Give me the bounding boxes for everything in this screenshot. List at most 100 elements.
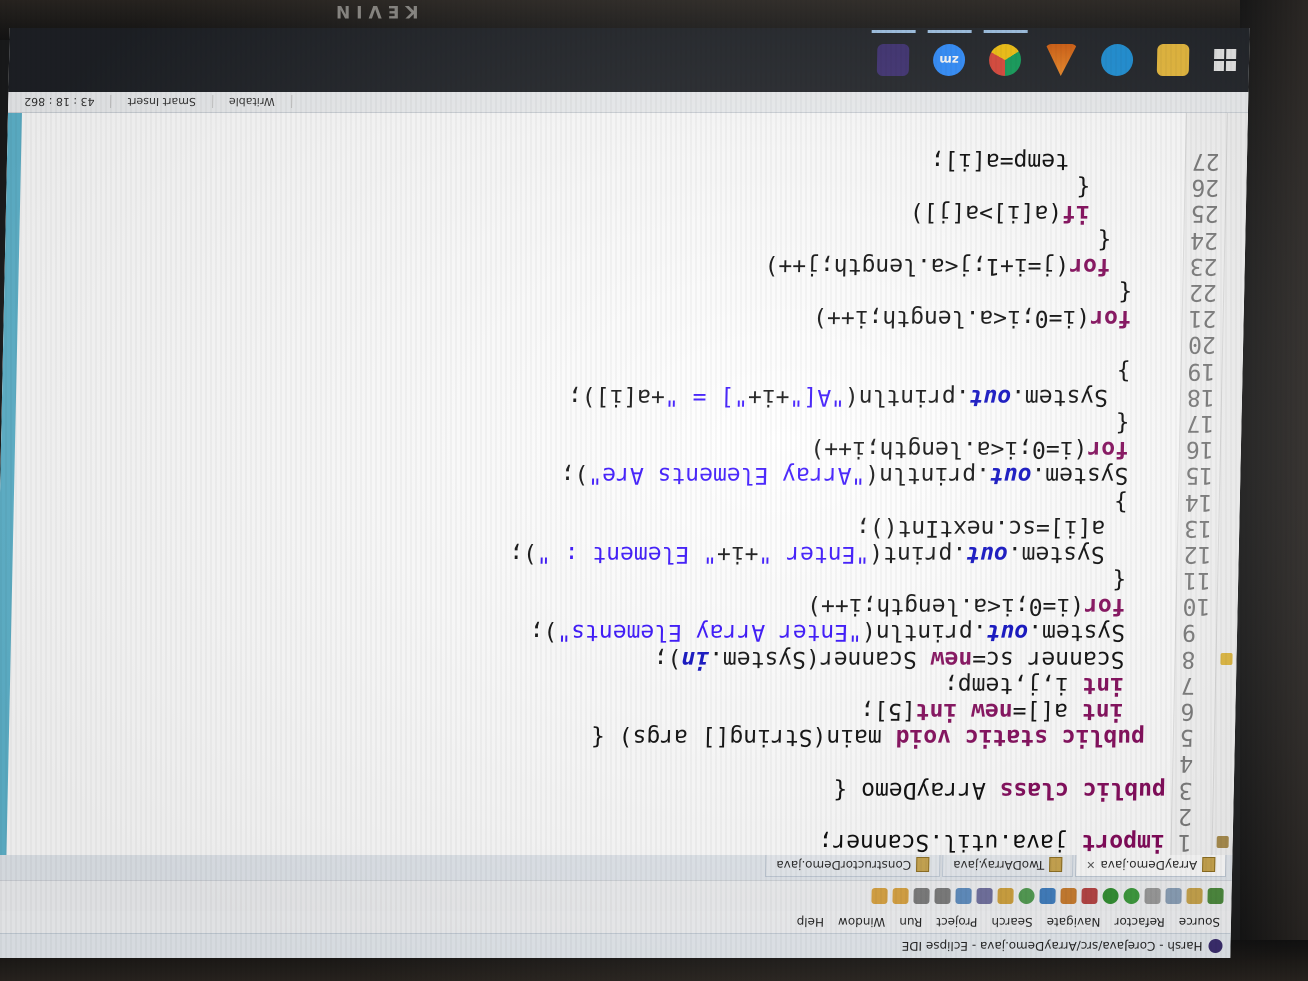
code-line[interactable]: {: [19, 227, 1178, 253]
tab-twodarray[interactable]: TwoDArray.java: [941, 854, 1074, 877]
code-line[interactable]: if(a[i]>a[j]): [20, 200, 1179, 227]
new-java-project-icon[interactable]: [1060, 888, 1077, 904]
tab-label: ConstructorDemo.java: [776, 858, 912, 872]
code-line[interactable]: for(i=0;i<a.length;i++): [11, 593, 1170, 619]
code-line[interactable]: import java.util.Scanner;: [6, 829, 1165, 855]
line-number: 22: [1188, 279, 1218, 306]
menu-source[interactable]: Source: [1172, 915, 1228, 929]
code-line[interactable]: for(i=0;i<a.length;i++): [17, 305, 1176, 331]
edge-icon[interactable]: [1088, 28, 1145, 92]
line-number: 15: [1185, 462, 1214, 489]
build-icon[interactable]: [1144, 888, 1161, 904]
warning-marker-icon[interactable]: [1220, 653, 1233, 665]
save-icon[interactable]: [1186, 888, 1203, 904]
menu-refactor[interactable]: Refactor: [1107, 915, 1172, 929]
code-line[interactable]: public static void main(String[] args) {: [9, 724, 1168, 750]
code-line[interactable]: for(i=0;i<a.length;i++): [15, 436, 1174, 462]
run-icon[interactable]: [1102, 888, 1119, 904]
monitor-bezel-side: [1240, 0, 1308, 981]
line-number: 19: [1187, 357, 1216, 384]
line-number: 6: [1180, 698, 1195, 725]
code-editor[interactable]: 1 2 3 4 5 6 7 8 9 10 11 12 13 14 15 16 17 18 19 20 21 22 23 24 2…: [0, 112, 1248, 855]
open-type-icon[interactable]: [997, 888, 1014, 904]
tab-label: ArrayDemo.java: [1100, 858, 1198, 872]
line-number: 21: [1188, 305, 1217, 332]
search-icon[interactable]: [976, 888, 993, 904]
code-line[interactable]: public class ArrayDemo {: [8, 776, 1167, 803]
code-line[interactable]: [7, 803, 1166, 829]
line-number: 1: [1177, 829, 1192, 855]
new-icon[interactable]: [1207, 888, 1224, 904]
status-bar: Writable Smart Insert 43 : 18 : 862: [7, 92, 1249, 113]
debug-icon[interactable]: [1123, 888, 1140, 904]
chrome-icon[interactable]: [976, 28, 1033, 92]
menu-project[interactable]: Project: [929, 915, 984, 929]
menu-run[interactable]: Run: [892, 915, 929, 929]
code-line[interactable]: System.out.print("Enter "+i+" Element : …: [12, 541, 1171, 567]
zoom-icon[interactable]: zm: [920, 28, 977, 92]
menu-navigate[interactable]: Navigate: [1039, 915, 1107, 929]
menu-window[interactable]: Window: [831, 915, 893, 929]
tab-arraydemo[interactable]: ArrayDemo.java ✕: [1075, 854, 1227, 877]
java-file-icon: [915, 857, 930, 873]
line-number: 11: [1182, 567, 1212, 594]
line-number: 13: [1183, 514, 1213, 541]
line-number: 3: [1178, 776, 1193, 803]
line-number: 23: [1189, 252, 1218, 279]
code-line[interactable]: System.out.println("Enter Array Elements…: [11, 619, 1170, 646]
line-number: 20: [1187, 331, 1217, 358]
code-line[interactable]: {: [18, 279, 1177, 305]
menu-help[interactable]: Help: [789, 915, 831, 929]
toggle-mark-icon[interactable]: [955, 888, 972, 904]
close-icon[interactable]: ✕: [1086, 859, 1095, 872]
forward-icon[interactable]: [871, 888, 888, 904]
import-marker-icon[interactable]: [1216, 836, 1229, 848]
eclipse-icon[interactable]: [864, 28, 921, 92]
code-line[interactable]: for(j=i+1;j<a.length;j++): [18, 253, 1177, 279]
vlc-icon[interactable]: [1032, 28, 1089, 92]
code-line[interactable]: a[i]=sc.nextInt();: [13, 515, 1172, 541]
print-icon[interactable]: [1165, 888, 1182, 904]
code-line[interactable]: {: [20, 174, 1179, 200]
line-number: 18: [1186, 383, 1215, 410]
line-number: 9: [1181, 619, 1197, 646]
code-line[interactable]: }: [16, 357, 1175, 384]
code-line[interactable]: int a[]=new int[5];: [9, 698, 1168, 724]
menu-search[interactable]: Search: [984, 915, 1040, 929]
line-number: 12: [1183, 540, 1212, 567]
line-number: 2: [1177, 802, 1193, 829]
code-line[interactable]: System.out.println("A["+i+"] = "+a[i]);: [16, 384, 1175, 410]
status-insert-mode: Smart Insert: [111, 95, 214, 109]
file-explorer-icon[interactable]: [1144, 28, 1201, 92]
line-number: 4: [1179, 750, 1194, 777]
line-number: 25: [1190, 200, 1219, 227]
tab-constructordemo[interactable]: ConstructorDemo.java: [765, 854, 941, 877]
new-class-icon[interactable]: [1018, 888, 1035, 904]
external-tools-icon[interactable]: [1081, 888, 1098, 904]
next-annotation-icon[interactable]: [934, 888, 951, 904]
back-icon[interactable]: [892, 888, 909, 904]
code-line[interactable]: int i,j,temp;: [10, 672, 1169, 698]
code-line[interactable]: System.out.println("Array Elements Are")…: [14, 462, 1173, 488]
toolbar: [0, 880, 1232, 911]
editor-tabs: ArrayDemo.java ✕ TwoDArray.java Construc…: [0, 853, 1233, 880]
monitor-screen: Harsh - CoreJava/src/ArrayDemo.java - Ec…: [0, 28, 1250, 958]
code-line[interactable]: [8, 750, 1167, 776]
eclipse-window: Harsh - CoreJava/src/ArrayDemo.java - Ec…: [0, 92, 1249, 958]
code-line[interactable]: {: [15, 410, 1174, 436]
taskbar: zm: [8, 28, 1250, 92]
line-number: 27: [1191, 148, 1220, 175]
new-package-icon[interactable]: [1039, 888, 1056, 904]
code-line[interactable]: [17, 331, 1176, 357]
monitor-brand: KEVIN: [330, 1, 419, 21]
windows-start-icon[interactable]: [1200, 28, 1249, 92]
code-line[interactable]: temp=a[i];: [21, 148, 1180, 174]
code-area[interactable]: import java.util.Scanner; public class Ar…: [6, 112, 1186, 855]
previous-annotation-icon[interactable]: [913, 888, 930, 904]
code-line[interactable]: {: [12, 567, 1171, 593]
window-title: Harsh - CoreJava/src/ArrayDemo.java - Ec…: [901, 939, 1203, 953]
line-number: 8: [1181, 645, 1196, 672]
code-line[interactable]: }: [14, 488, 1173, 515]
status-writable: Writable: [212, 95, 292, 109]
code-line[interactable]: Scanner sc=new Scanner(System.in);: [10, 646, 1169, 672]
